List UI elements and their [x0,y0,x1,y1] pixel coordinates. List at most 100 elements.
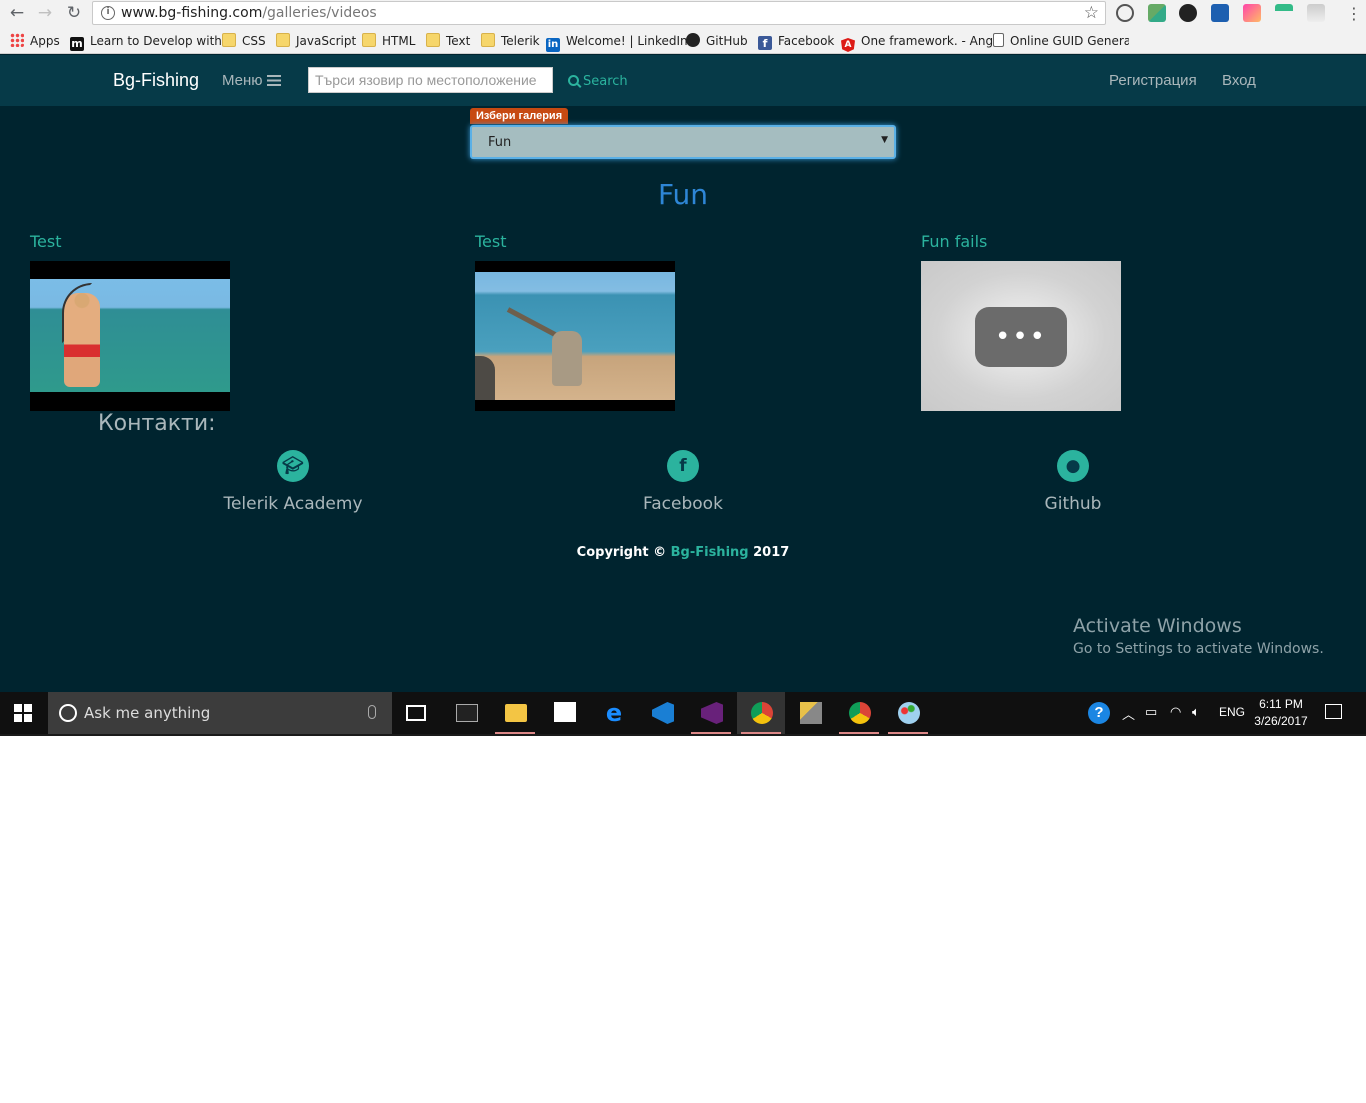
chevron-up-icon[interactable]: ︿ [1122,704,1135,723]
wifi-icon[interactable]: ◠ [1170,704,1181,720]
bookmark-apps[interactable]: Apps [10,32,60,50]
video-thumbnail[interactable]: ••• [921,261,1121,411]
taskbar-store[interactable] [540,692,588,734]
microphone-icon[interactable] [368,705,376,719]
contact-facebook[interactable]: f Facebook [583,450,783,514]
info-icon[interactable]: i [101,6,115,20]
folder-icon [505,704,527,722]
video-thumbnail[interactable] [475,261,675,411]
address-bar[interactable]: i www.bg-fishing.com/galleries/videos ☆ [92,1,1106,25]
taskbar-bottom-edge [0,734,1366,736]
cortana-search-text: Ask me anything [84,704,211,722]
extension-sync-icon[interactable] [1116,4,1134,22]
chrome-menu-icon[interactable]: ⋮ [1346,4,1362,23]
bookmark-text[interactable]: Text [426,32,470,50]
extension-lt-icon[interactable] [1211,4,1229,22]
folder-icon [276,33,290,47]
taskbar-tool[interactable] [786,692,834,734]
video-title[interactable]: Test [475,231,675,261]
gallery-title: Fun [657,178,709,211]
notifications-icon[interactable] [1325,704,1342,719]
rock-shape [475,356,495,400]
clock-time: 6:11 PM [1259,697,1303,711]
taskbar-vscode[interactable] [638,692,686,734]
bookmark-angular[interactable]: A One framework. - Ang [841,32,994,52]
bookmark-facebook[interactable]: f Facebook [758,32,834,50]
copyright: Copyright © Bg-Fishing 2017 [0,545,1366,560]
watermark-subtitle: Go to Settings to activate Windows. [1073,641,1324,657]
contact-telerik[interactable]: 🎓︎ Telerik Academy [193,450,393,514]
extension-eyedropper-icon[interactable] [1148,4,1166,22]
search-input[interactable] [308,67,553,93]
extension-translate-icon[interactable] [1275,4,1293,22]
taskbar-explorer[interactable] [491,692,539,734]
search-button[interactable]: Search [568,74,628,89]
chrome-icon [849,702,871,724]
bookmark-star-icon[interactable]: ☆ [1084,3,1099,23]
contact-label: Telerik Academy [223,494,363,514]
taskbar-chrome-active[interactable] [737,692,785,734]
taskbar-edge[interactable]: e [589,692,637,734]
forward-icon[interactable]: → [33,2,57,24]
taskbar-visual-studio[interactable] [687,692,735,734]
volume-icon[interactable]: 🔈︎ [1192,704,1200,720]
bookmark-label: HTML [382,34,416,48]
bookmark-css[interactable]: CSS [222,32,266,50]
menu-button[interactable]: Меню [222,72,281,89]
help-icon[interactable]: ? [1088,702,1110,724]
windows-start-icon[interactable] [14,704,32,722]
bookmark-label: One framework. - Ang [861,34,994,48]
language-indicator[interactable]: ENG [1219,705,1245,719]
copyright-brand-link[interactable]: Bg-Fishing [671,545,749,560]
video-title[interactable]: Test [30,231,230,261]
battery-icon[interactable]: ▭ [1145,704,1157,720]
site-navbar: Bg-Fishing Меню Search Регистрация Вход [0,55,1366,106]
back-icon[interactable]: ← [5,2,29,24]
browser-toolbar: ← → ↻ i www.bg-fishing.com/galleries/vid… [0,0,1366,28]
gallery-select[interactable]: Fun ▼ [470,125,896,159]
reload-icon[interactable]: ↻ [62,2,86,24]
bookmark-label: JavaScript [296,34,357,48]
bookmark-telerik[interactable]: Telerik [481,32,540,50]
contact-github[interactable]: ● Github [973,450,1173,514]
extension-drive-icon[interactable] [1307,4,1325,22]
extension-color-icon[interactable] [1243,4,1261,22]
bookmark-linkedin[interactable]: in Welcome! | LinkedIn [546,32,688,52]
bookmark-guid[interactable]: Online GUID Generato [993,32,1129,50]
bookmarks-bar: Apps m Learn to Develop with CSS JavaScri… [0,28,1366,54]
menu-label: Меню [222,72,263,89]
register-link[interactable]: Регистрация [1109,72,1197,89]
chrome-icon [751,702,773,724]
github-icon: ● [1057,450,1089,482]
folder-icon [222,33,236,47]
video-card: Test [30,231,230,411]
task-view-button[interactable] [392,692,440,734]
taskbar-paint[interactable] [884,692,932,734]
contacts-title: Контакти: [98,411,216,436]
bookmark-label: CSS [242,34,266,48]
activation-watermark: Activate Windows Go to Settings to activ… [1073,615,1324,657]
vscode-icon [652,702,674,724]
video-title[interactable]: Fun fails [921,231,1121,261]
taskbar-chrome-2[interactable] [835,692,883,734]
clock[interactable]: 6:11 PM 3/26/2017 [1252,696,1310,730]
bookmark-github[interactable]: GitHub [686,32,748,50]
copyright-year: 2017 [753,545,790,560]
cortana-search-box[interactable]: Ask me anything [48,692,392,734]
site-brand[interactable]: Bg-Fishing [113,70,199,91]
bookmark-learn[interactable]: m Learn to Develop with [70,32,222,51]
bookmark-javascript[interactable]: JavaScript [276,32,356,50]
facebook-icon: f [758,36,772,50]
extension-gear-icon[interactable] [1179,4,1197,22]
angular-icon: A [841,38,855,52]
url-text[interactable]: www.bg-fishing.com/galleries/videos [121,5,377,21]
video-thumbnail[interactable] [30,261,230,411]
search-button-label: Search [583,74,628,89]
taskbar-cmd[interactable] [442,692,490,734]
bookmark-html[interactable]: HTML [362,32,415,50]
loading-button: ••• [975,307,1067,367]
screen: ← → ↻ i www.bg-fishing.com/galleries/vid… [0,0,1366,736]
login-link[interactable]: Вход [1222,72,1256,89]
search-icon [568,75,579,86]
store-bag-icon [554,702,576,722]
